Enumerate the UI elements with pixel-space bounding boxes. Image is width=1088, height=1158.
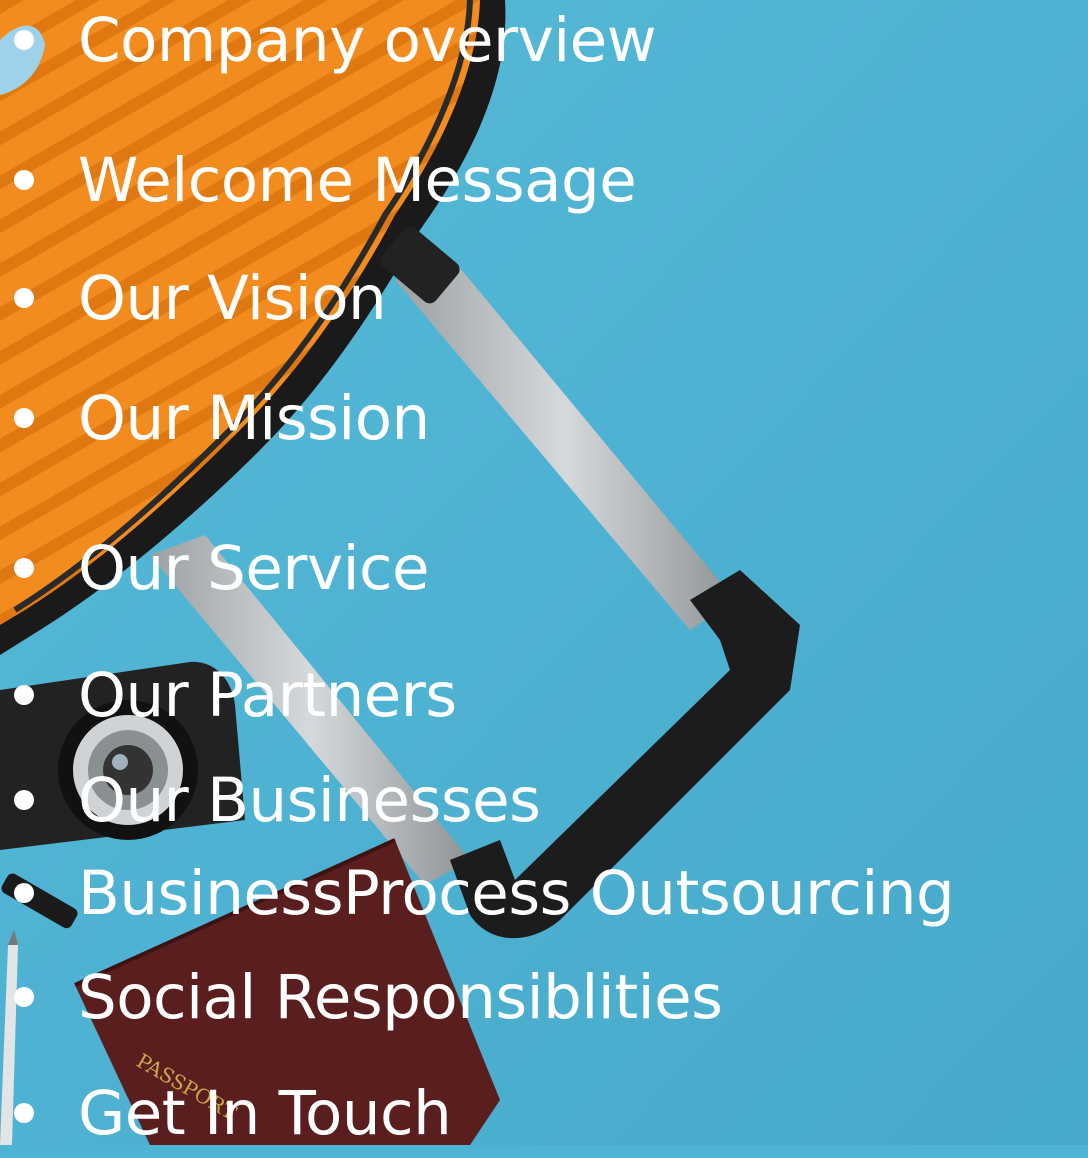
bullet-icon	[14, 558, 34, 578]
toc-item-label: Our Vision	[78, 262, 387, 334]
toc-item-label: Our Service	[78, 532, 430, 604]
table-of-contents: Company overview Welcome Message Our Vis…	[0, 0, 1088, 1145]
toc-item-label: BusinessProcess Outsourcing	[78, 857, 955, 929]
toc-item-business-process-outsourcing[interactable]: BusinessProcess Outsourcing	[0, 848, 955, 938]
bullet-icon	[14, 1103, 34, 1123]
toc-item-welcome-message[interactable]: Welcome Message	[0, 135, 637, 225]
toc-item-our-vision[interactable]: Our Vision	[0, 253, 387, 343]
bullet-icon	[14, 170, 34, 190]
toc-item-label: Our Businesses	[78, 764, 541, 836]
bullet-icon	[14, 883, 34, 903]
toc-item-label: Social Responsiblities	[78, 961, 723, 1033]
toc-item-our-mission[interactable]: Our Mission	[0, 373, 430, 463]
toc-item-our-businesses[interactable]: Our Businesses	[0, 755, 541, 845]
bullet-icon	[14, 685, 34, 705]
bullet-icon	[14, 790, 34, 810]
bullet-icon	[14, 30, 34, 50]
toc-item-company-overview[interactable]: Company overview	[0, 0, 657, 85]
toc-item-label: Company overview	[78, 4, 657, 76]
toc-item-label: Get In Touch	[78, 1077, 452, 1149]
bullet-icon	[14, 987, 34, 1007]
bullet-icon	[14, 408, 34, 428]
toc-item-label: Our Partners	[78, 659, 457, 731]
toc-item-our-partners[interactable]: Our Partners	[0, 650, 457, 740]
toc-item-label: Welcome Message	[78, 144, 637, 216]
toc-item-social-responsibilities[interactable]: Social Responsiblities	[0, 952, 723, 1042]
toc-item-our-service[interactable]: Our Service	[0, 523, 430, 613]
toc-item-label: Our Mission	[78, 382, 430, 454]
bullet-icon	[14, 288, 34, 308]
